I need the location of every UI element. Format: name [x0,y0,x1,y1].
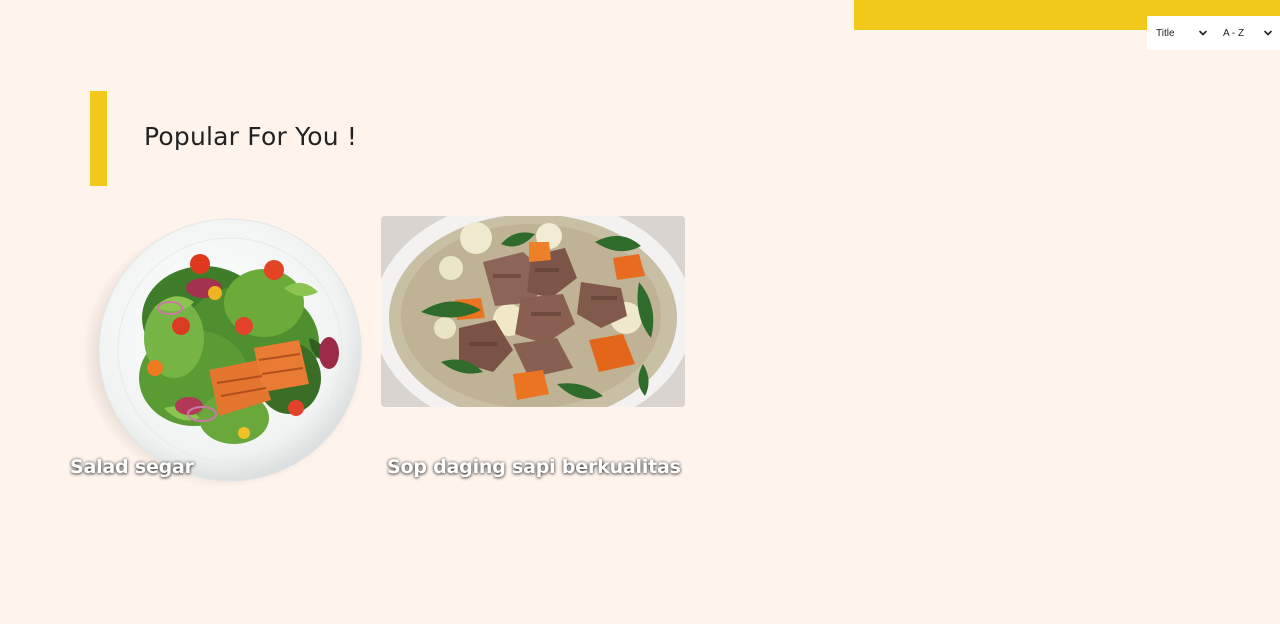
recipe-card-soup[interactable]: Sop daging sapi berkualitas [381,216,685,496]
section-title: Popular For You ! [144,122,358,151]
chevron-down-icon [1264,30,1272,36]
card-title: Sop daging sapi berkualitas [387,456,681,478]
sort-order-value: A - Z [1223,27,1245,39]
salad-image [84,218,364,488]
sort-field-select[interactable]: Title [1147,16,1215,50]
card-title: Salad segar [70,456,194,478]
sort-field-value: Title [1156,27,1175,39]
soup-image [381,216,685,407]
recipe-card-salad[interactable]: Salad segar [64,216,364,496]
sort-order-select[interactable]: A - Z [1214,16,1280,50]
chevron-down-icon [1199,30,1207,36]
section-accent-bar [90,91,107,186]
